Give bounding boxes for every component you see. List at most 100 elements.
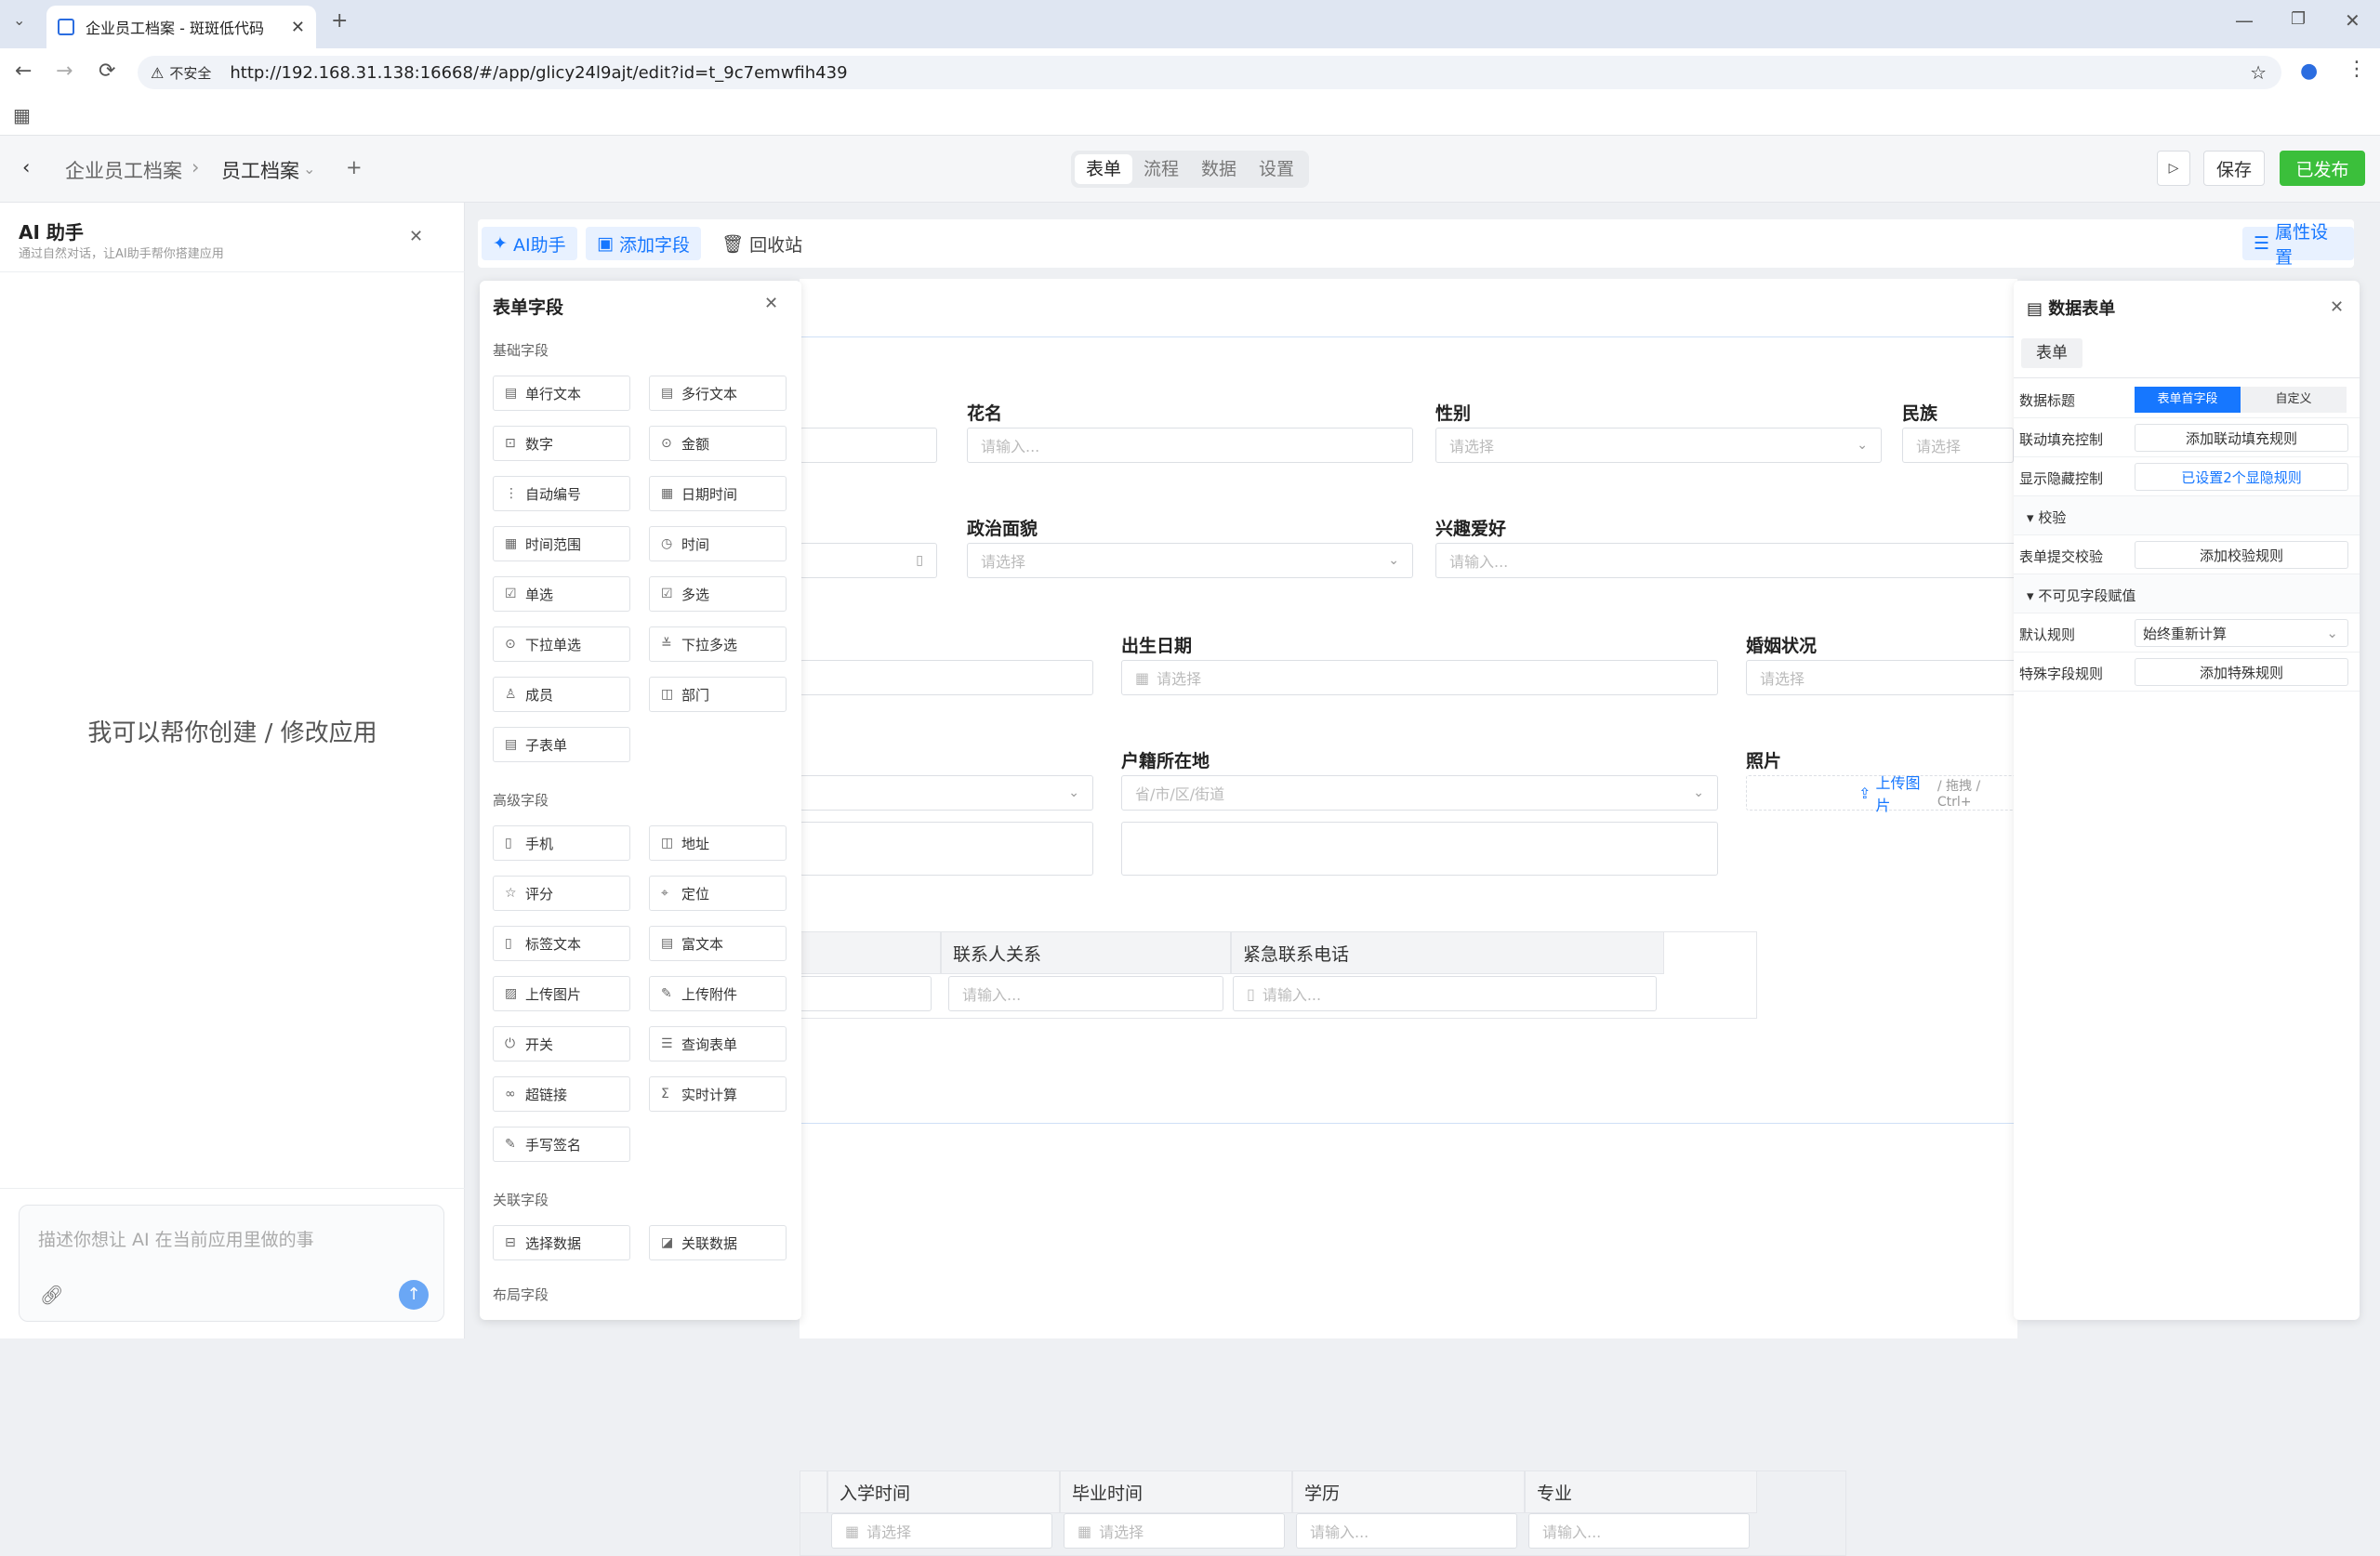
field-member[interactable]: ♙ 成员 [493,677,630,712]
ai-assistant-button[interactable]: ✦ AI助手 [482,227,577,260]
add-special-rule-button[interactable]: 添加特殊规则 [2135,658,2348,686]
close-properties-icon[interactable]: ✕ [2330,297,2344,317]
residence-detail-input[interactable] [800,822,1093,876]
field-time[interactable]: ◷ 时间 [649,526,787,561]
reload-icon[interactable]: ⟳ [99,59,115,83]
field-hyperlink[interactable]: ∞ 超链接 [493,1076,630,1112]
field-tag-text[interactable]: ▯ 标签文本 [493,926,630,961]
field-radio[interactable]: ☑ 单选 [493,576,630,612]
field-time-range[interactable]: ▦ 时间范围 [493,526,630,561]
tab-list-icon[interactable]: ⌄ [13,11,25,29]
idcard-input[interactable] [800,660,1093,695]
field-address[interactable]: ◫ 地址 [649,825,787,861]
restore-icon[interactable]: ❐ [2291,9,2306,29]
back-arrow-icon[interactable]: ‹ [22,156,30,178]
contact-relation-input[interactable]: 请输入... [948,976,1223,1011]
field-auto-number[interactable]: ⋮ 自动编号 [493,476,630,511]
marital-select[interactable]: 请选择 [1746,660,2017,695]
field-checkbox[interactable]: ☑ 多选 [649,576,787,612]
add-linkage-rule-button[interactable]: 添加联动填充规则 [2135,424,2348,452]
field-datetime[interactable]: ▦ 日期时间 [649,476,787,511]
publish-button[interactable]: 已发布 [2280,151,2365,186]
field-realtime-calc[interactable]: Σ 实时计算 [649,1076,787,1112]
add-page-icon[interactable]: + [346,156,363,178]
tab-form[interactable]: 表单 [1075,154,1132,184]
tab-settings[interactable]: 设置 [1248,154,1305,184]
birthday-picker[interactable]: ▦ 请选择 [1121,660,1718,695]
close-tab-icon[interactable]: ✕ [291,18,305,37]
save-button[interactable]: 保存 [2203,151,2265,186]
default-rule-select[interactable]: 始终重新计算 ⌄ [2135,619,2348,647]
photo-upload[interactable]: ⇪ 上传图片 / 拖拽 / Ctrl+ [1746,774,2017,814]
field-select-data[interactable]: ⊟ 选择数据 [493,1225,630,1260]
close-fields-panel-icon[interactable]: ✕ [764,294,778,313]
field-dropdown-multi[interactable]: ≚ 下拉多选 [649,626,787,662]
breadcrumb-app[interactable]: 企业员工档案 [65,156,182,184]
field-location[interactable]: ⌖ 定位 [649,876,787,911]
field-single-text[interactable]: ▤ 单行文本 [493,376,630,411]
breadcrumb-page[interactable]: 员工档案 [221,156,299,184]
field-multi-text[interactable]: ▤ 多行文本 [649,376,787,411]
forward-icon[interactable]: → [56,59,73,83]
invisible-section[interactable]: ▾ 不可见字段赋值 [2014,574,2360,613]
field-subform[interactable]: ▤ 子表单 [493,727,630,762]
menu-kebab-icon[interactable]: ⋮ [2347,58,2367,81]
recycle-bin-button[interactable]: 🗑︎ 回收站 [710,227,813,260]
showhide-rules-button[interactable]: 已设置2个显隐规则 [2135,463,2348,491]
edu-major-input[interactable]: 请输入... [1528,1513,1750,1549]
field-query-form[interactable]: ☰ 查询表单 [649,1026,787,1062]
add-validation-rule-button[interactable]: 添加校验规则 [2135,541,2348,569]
edu-start-picker[interactable]: ▦ 请选择 [831,1513,1052,1549]
attach-icon[interactable]: 🔗︎ [40,1284,63,1306]
field-upload-file[interactable]: ✎ 上传附件 [649,976,787,1011]
tab-flow[interactable]: 流程 [1132,154,1190,184]
chevron-down-icon[interactable]: ⌄ [303,160,315,178]
field-phone[interactable]: ▯ 手机 [493,825,630,861]
url-bar[interactable]: ⚠ 不安全 http://192.168.31.138:16668/#/app/… [138,56,2281,89]
field-upload-image[interactable]: ▨ 上传图片 [493,976,630,1011]
field-dropdown-single[interactable]: ⊙ 下拉单选 [493,626,630,662]
hobby-input[interactable]: 请输入... [1435,543,2017,578]
gender-select[interactable]: 请选择 ⌄ [1435,428,1882,463]
field-number[interactable]: ⊡ 数字 [493,426,630,461]
tab-data[interactable]: 数据 [1190,154,1248,184]
ethnicity-select[interactable]: 请选择 [1902,428,2014,463]
field-rating[interactable]: ☆ 评分 [493,876,630,911]
residence-select[interactable]: ⌄ [800,775,1093,811]
field-switch[interactable]: ⏻ 开关 [493,1026,630,1062]
edu-end-picker[interactable]: ▦ 请选择 [1064,1513,1285,1549]
tab-form-properties[interactable]: 表单 [2021,338,2082,368]
close-window-icon[interactable]: ✕ [2345,9,2360,32]
browser-tab[interactable]: 企业员工档案 - 斑斑低代码 ✕ [46,6,316,48]
phone-input[interactable]: ▯ [800,543,937,578]
contact-phone-input[interactable]: ▯ 请输入... [1233,976,1657,1011]
url-text[interactable]: http://192.168.31.138:16668/#/app/glicy2… [230,63,847,83]
field-department[interactable]: ◫ 部门 [649,677,787,712]
field-related-data[interactable]: ◪ 关联数据 [649,1225,787,1260]
field-amount[interactable]: ⊙ 金额 [649,426,787,461]
add-field-button[interactable]: ▣ 添加字段 [586,227,702,260]
field-signature[interactable]: ✎ 手写签名 [493,1127,630,1162]
name-input[interactable] [800,428,937,463]
hukou-select[interactable]: 省/市/区/街道 ⌄ [1121,775,1718,811]
hukou-detail-input[interactable] [1121,822,1718,876]
close-ai-panel-icon[interactable]: ✕ [409,227,423,246]
data-title-custom[interactable]: 自定义 [2241,387,2347,413]
property-settings-button[interactable]: ☰ 属性设置 [2242,222,2354,268]
edu-degree-input[interactable]: 请输入... [1296,1513,1517,1549]
nickname-input[interactable]: 请输入... [967,428,1413,463]
contact-name-input[interactable] [800,976,932,1011]
politics-select[interactable]: 请选择 ⌄ [967,543,1413,578]
data-title-first-field[interactable]: 表单首字段 [2135,387,2241,413]
minimize-icon[interactable]: — [2235,9,2254,32]
preview-button[interactable]: ▷ [2157,151,2190,186]
profile-icon[interactable]: ● [2300,59,2318,83]
ai-prompt-input[interactable]: 描述你想让 AI 在当前应用里做的事 🔗︎ ↑ [19,1205,444,1322]
bookmark-star-icon[interactable]: ☆ [2250,61,2267,84]
field-rich-text[interactable]: ▤ 富文本 [649,926,787,961]
apps-grid-icon[interactable]: ▦ [13,104,31,126]
back-icon[interactable]: ← [15,59,32,83]
validation-section[interactable]: ▾ 校验 [2014,496,2360,535]
new-tab-icon[interactable]: + [331,9,348,33]
send-icon[interactable]: ↑ [399,1280,429,1310]
